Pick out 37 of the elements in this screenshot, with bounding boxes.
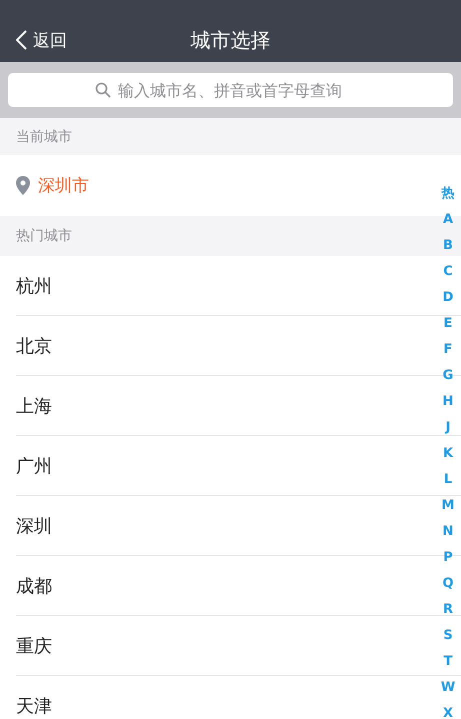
index-letter[interactable]: F <box>444 337 452 363</box>
index-letter[interactable]: P <box>443 545 453 571</box>
section-header: 当前城市 <box>0 118 461 155</box>
index-letter[interactable]: J <box>446 415 450 441</box>
current-city[interactable]: 深圳市 <box>38 174 89 197</box>
city-item[interactable]: 上海 <box>16 394 52 418</box>
index-letter[interactable]: C <box>443 259 453 285</box>
index-letter[interactable]: T <box>444 649 452 675</box>
index-letter[interactable]: L <box>444 467 452 493</box>
page-title: 城市选择 <box>190 26 270 54</box>
index-letter[interactable]: 热 <box>442 181 454 207</box>
index-letter[interactable]: X <box>442 701 454 719</box>
city-item[interactable]: 深圳 <box>16 514 52 538</box>
index-letter[interactable]: Q <box>442 571 454 597</box>
city-item[interactable]: 杭州 <box>16 274 52 298</box>
index-letter[interactable]: E <box>444 311 452 337</box>
index-letter[interactable]: S <box>443 623 453 649</box>
location-pin-icon <box>16 176 30 195</box>
index-letter[interactable]: R <box>442 597 453 623</box>
index-letter[interactable]: N <box>442 519 454 545</box>
index-letter[interactable]: D <box>442 285 454 311</box>
index-letter[interactable]: M <box>442 493 454 519</box>
index-letter[interactable]: K <box>442 441 454 467</box>
index-letter[interactable]: H <box>442 389 454 415</box>
index-letter[interactable]: W <box>440 675 456 701</box>
back-button[interactable]: 返回 <box>12 24 71 56</box>
search-field[interactable]: 输入城市名、拼音或首字母查询 <box>8 73 453 107</box>
index-letter[interactable]: B <box>443 233 453 259</box>
city-item[interactable]: 成都 <box>16 574 52 598</box>
search-icon <box>95 82 111 98</box>
city-item[interactable]: 广州 <box>16 454 52 478</box>
city-item[interactable]: 重庆 <box>16 634 52 658</box>
city-item[interactable]: 北京 <box>16 334 52 358</box>
index-letter[interactable]: G <box>442 363 454 389</box>
back-icon <box>16 30 27 50</box>
index-letter[interactable]: A <box>442 207 454 233</box>
city-item[interactable]: 天津 <box>16 694 52 718</box>
